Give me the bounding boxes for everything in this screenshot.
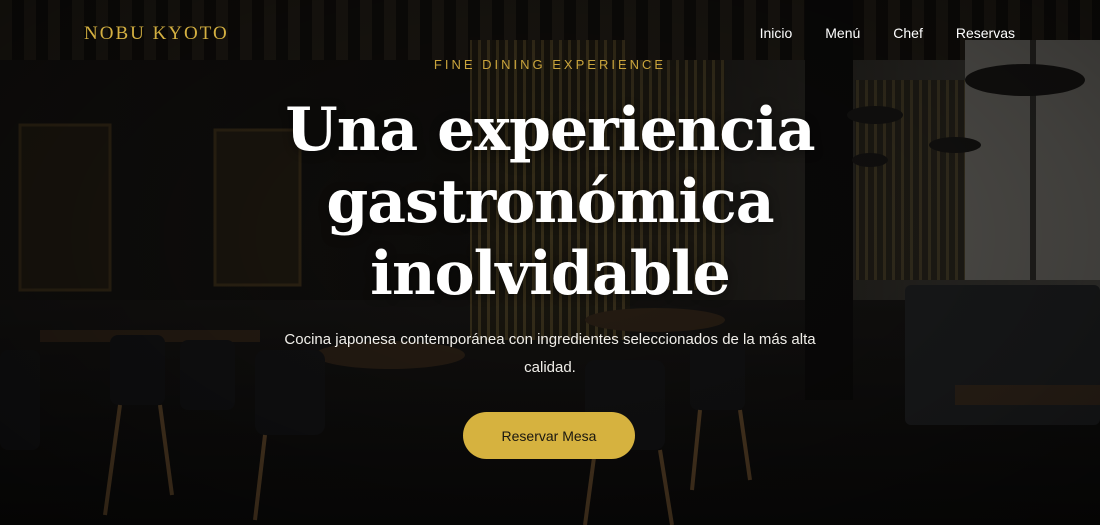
nav-item-inicio[interactable]: Inicio <box>760 25 793 41</box>
brand-logo[interactable]: NOBU KYOTO <box>84 23 229 45</box>
hero-section: NOBU KYOTO Inicio Menú Chef Reservas FIN… <box>0 0 1100 525</box>
reserve-table-button[interactable]: Reservar Mesa <box>463 412 635 459</box>
hero-subtitle: Cocina japonesa contemporánea con ingred… <box>284 331 816 376</box>
nav-item-reservas[interactable]: Reservas <box>956 25 1015 41</box>
nav-menu: Inicio Menú Chef Reservas <box>760 25 1015 41</box>
hero-eyebrow: FINE DINING EXPERIENCE <box>433 57 667 72</box>
hero-headline: Una experiencia gastronómica inolvidable <box>285 95 815 309</box>
nav-item-menu[interactable]: Menú <box>825 25 860 41</box>
nav-item-chef[interactable]: Chef <box>893 25 923 41</box>
